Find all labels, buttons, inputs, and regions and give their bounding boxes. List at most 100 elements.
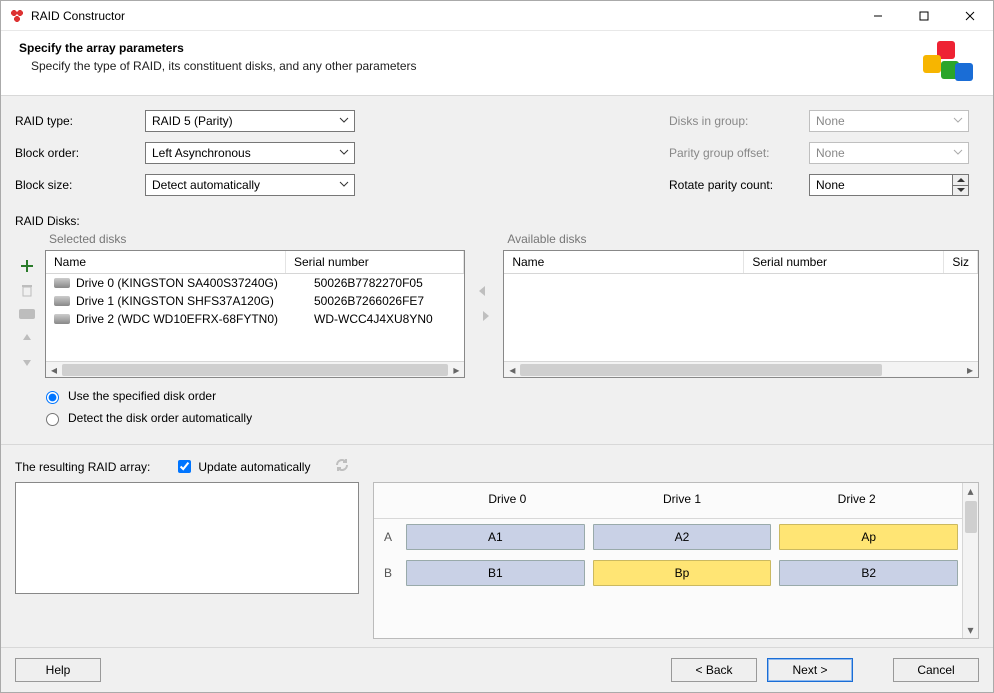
raid-type-select[interactable]: RAID 5 (Parity) xyxy=(145,110,355,132)
scroll-left-icon[interactable]: ◂ xyxy=(504,362,520,378)
col-serial[interactable]: Serial number xyxy=(744,251,944,273)
radio-use-specified[interactable]: Use the specified disk order xyxy=(41,388,979,404)
cell-name: Drive 1 (KINGSTON SHFS37A120G) xyxy=(76,294,308,308)
grid-col-header: Drive 2 xyxy=(773,492,940,506)
disks-in-group-select: None xyxy=(809,110,969,132)
grid-cell: A1 xyxy=(406,524,585,550)
radio-input[interactable] xyxy=(46,413,59,426)
scroll-left-icon[interactable]: ◂ xyxy=(46,362,62,378)
app-window: RAID Constructor Specify the array param… xyxy=(0,0,994,693)
radio-input[interactable] xyxy=(46,391,59,404)
footer: Help < Back Next > Cancel xyxy=(1,647,993,692)
block-order-value: Left Asynchronous xyxy=(152,146,251,160)
scroll-up-icon[interactable]: ▴ xyxy=(963,483,979,499)
remove-disk-icon[interactable] xyxy=(19,282,35,298)
v-scrollbar[interactable]: ▴ ▾ xyxy=(962,483,978,638)
move-down-icon[interactable] xyxy=(19,354,35,370)
grid-row: AA1A2Ap xyxy=(374,519,962,555)
radio-label: Detect the disk order automatically xyxy=(68,411,252,425)
update-auto-checkbox[interactable]: Update automatically xyxy=(174,457,310,476)
grid-cell: B1 xyxy=(406,560,585,586)
close-button[interactable] xyxy=(947,1,993,31)
selected-toolbar xyxy=(15,232,39,378)
raid-type-label: RAID type: xyxy=(15,114,145,128)
selected-caption: Selected disks xyxy=(49,232,465,246)
grid-row-label: B xyxy=(374,566,402,580)
result-textbox[interactable] xyxy=(15,482,359,594)
cancel-button[interactable]: Cancel xyxy=(893,658,979,682)
col-size[interactable]: Siz xyxy=(944,251,978,273)
grid-cell: B2 xyxy=(779,560,958,586)
rotate-parity-spinner[interactable]: None xyxy=(809,174,969,196)
drive-icon xyxy=(54,314,70,324)
maximize-button[interactable] xyxy=(901,1,947,31)
h-scrollbar[interactable]: ◂ ▸ xyxy=(46,361,464,377)
block-size-select[interactable]: Detect automatically xyxy=(145,174,355,196)
cell-name: Drive 2 (WDC WD10EFRX-68FYTN0) xyxy=(76,312,308,326)
block-order-label: Block order: xyxy=(15,146,145,160)
grid-col-header: Drive 1 xyxy=(599,492,766,506)
disk-order-radios: Use the specified disk order Detect the … xyxy=(15,388,979,426)
help-button[interactable]: Help xyxy=(15,658,101,682)
chevron-down-icon xyxy=(952,114,964,129)
raid-disks-label: RAID Disks: xyxy=(15,214,979,228)
parameters: RAID type: RAID 5 (Parity) Block order: … xyxy=(15,110,979,196)
radio-detect-auto[interactable]: Detect the disk order automatically xyxy=(41,410,979,426)
page-subtitle: Specify the type of RAID, its constituen… xyxy=(31,59,921,73)
grid-row-label: A xyxy=(374,530,402,544)
disks-area: Selected disks Name Serial number Drive … xyxy=(15,232,979,378)
selected-disks-list[interactable]: Name Serial number Drive 0 (KINGSTON SA4… xyxy=(45,250,465,378)
col-serial[interactable]: Serial number xyxy=(286,251,464,273)
spin-down-icon[interactable] xyxy=(953,186,968,196)
chevron-down-icon xyxy=(952,146,964,161)
block-order-select[interactable]: Left Asynchronous xyxy=(145,142,355,164)
table-row[interactable]: Drive 0 (KINGSTON SA400S37240G)50026B778… xyxy=(46,274,464,292)
available-disks-list[interactable]: Name Serial number Siz ◂ ▸ xyxy=(503,250,979,378)
transfer-buttons xyxy=(471,232,497,378)
content-area: RAID type: RAID 5 (Parity) Block order: … xyxy=(1,96,993,647)
selected-disks-panel: Selected disks Name Serial number Drive … xyxy=(45,232,465,378)
grid-col-header: Drive 0 xyxy=(424,492,591,506)
wizard-header: Specify the array parameters Specify the… xyxy=(1,31,993,96)
next-button[interactable]: Next > xyxy=(767,658,853,682)
table-row[interactable]: Drive 2 (WDC WD10EFRX-68FYTN0) WD-WCC4J4X… xyxy=(46,310,464,328)
available-caption: Available disks xyxy=(507,232,979,246)
h-scrollbar[interactable]: ◂ ▸ xyxy=(504,361,978,377)
app-icon xyxy=(9,8,25,24)
parity-offset-select: None xyxy=(809,142,969,164)
move-right-icon[interactable] xyxy=(475,309,493,326)
scroll-thumb[interactable] xyxy=(965,501,977,533)
scroll-right-icon[interactable]: ▸ xyxy=(448,362,464,378)
rotate-parity-value: None xyxy=(816,178,845,192)
parity-offset-value: None xyxy=(816,146,845,160)
minimize-button[interactable] xyxy=(855,1,901,31)
table-row[interactable]: Drive 1 (KINGSTON SHFS37A120G)50026B7266… xyxy=(46,292,464,310)
scroll-right-icon[interactable]: ▸ xyxy=(962,362,978,378)
block-size-label: Block size: xyxy=(15,178,145,192)
block-size-value: Detect automatically xyxy=(152,178,260,192)
parity-offset-label: Parity group offset: xyxy=(669,146,809,160)
back-button[interactable]: < Back xyxy=(671,658,757,682)
grid-header: Drive 0 Drive 1 Drive 2 xyxy=(374,483,962,519)
drive-icon xyxy=(54,278,70,288)
add-disk-icon[interactable] xyxy=(19,258,35,274)
rotate-parity-label: Rotate parity count: xyxy=(669,178,809,192)
puzzle-icon xyxy=(921,41,969,81)
cell-serial: WD-WCC4J4XU8YN0 xyxy=(314,312,456,326)
move-left-icon[interactable] xyxy=(475,284,493,301)
col-name[interactable]: Name xyxy=(504,251,744,273)
checkbox-label: Update automatically xyxy=(198,460,310,474)
scroll-down-icon[interactable]: ▾ xyxy=(963,622,979,638)
chevron-down-icon xyxy=(338,178,350,193)
disks-in-group-value: None xyxy=(816,114,845,128)
disk-icon[interactable] xyxy=(19,306,35,322)
spin-up-icon[interactable] xyxy=(953,175,968,186)
preview-area: Drive 0Drive 1Drive 2AA1A2ApBB1BpB2 ▴ ▾ xyxy=(15,482,979,639)
radio-label: Use the specified disk order xyxy=(68,389,216,403)
cell-name: Drive 0 (KINGSTON SA400S37240G) xyxy=(76,276,308,290)
checkbox-input[interactable] xyxy=(178,460,191,473)
grid-row: BB1BpB2 xyxy=(374,555,962,591)
move-up-icon[interactable] xyxy=(19,330,35,346)
refresh-icon[interactable] xyxy=(334,457,350,476)
col-name[interactable]: Name xyxy=(46,251,286,273)
